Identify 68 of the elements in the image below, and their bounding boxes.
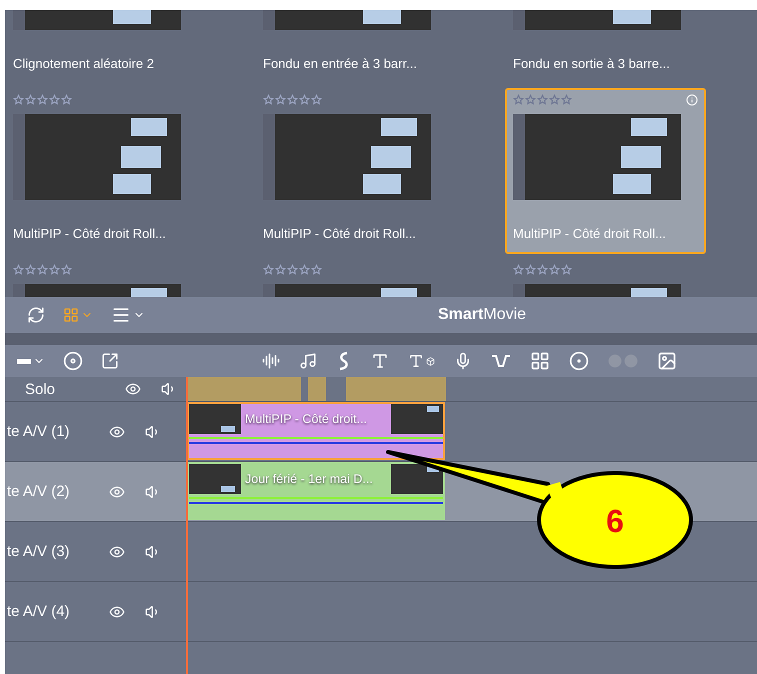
star-icon[interactable]: [311, 264, 322, 275]
grid-icon: [63, 307, 79, 323]
star-icon[interactable]: [13, 264, 24, 275]
star-icon[interactable]: [549, 264, 560, 275]
info-icon[interactable]: [686, 94, 698, 106]
track-name: te A/V (1): [6, 423, 71, 440]
disc-button[interactable]: [61, 349, 85, 373]
effect-card[interactable]: MultiPIP - Côté droit Roll...: [505, 88, 706, 254]
effect-title: Fondu en sortie à 3 barre...: [513, 56, 671, 71]
effect-card[interactable]: Clignotement aléatoire 2: [5, 10, 206, 84]
star-icon[interactable]: [37, 94, 48, 105]
star-icon[interactable]: [513, 94, 524, 105]
star-rating[interactable]: [513, 94, 572, 106]
track-row[interactable]: te A/V (4): [5, 582, 757, 642]
star-icon[interactable]: [311, 94, 322, 105]
star-icon[interactable]: [549, 94, 560, 105]
star-icon[interactable]: [537, 94, 548, 105]
track-name: te A/V (2): [6, 483, 71, 500]
star-rating[interactable]: [263, 94, 322, 106]
clip-title: Jour férié - 1er mai D...: [244, 472, 374, 486]
track-name: te A/V (3): [6, 543, 71, 560]
sync-icon: [27, 306, 45, 324]
solo-label: Solo: [24, 380, 56, 398]
star-rating[interactable]: [13, 264, 72, 276]
effect-card[interactable]: Fondu en entrée à 3 barr...: [255, 10, 456, 84]
star-icon[interactable]: [525, 94, 536, 105]
star-icon[interactable]: [287, 264, 298, 275]
star-icon[interactable]: [61, 264, 72, 275]
clip-title: MultiPIP - Côté droit...: [244, 412, 368, 426]
star-rating[interactable]: [263, 264, 322, 276]
effect-title: MultiPIP - Côté droit Roll...: [13, 226, 167, 241]
marker-bar: [308, 377, 326, 401]
star-icon[interactable]: [561, 264, 572, 275]
star-icon[interactable]: [287, 94, 298, 105]
star-rating[interactable]: [13, 94, 72, 106]
star-icon[interactable]: [25, 264, 36, 275]
effect-card[interactable]: MultiPIP - Côté droit Roll...: [5, 88, 206, 254]
track-row[interactable]: te A/V (1) MultiPIP - Côté droit...: [5, 402, 757, 462]
star-rating[interactable]: [513, 264, 572, 276]
star-icon[interactable]: [525, 264, 536, 275]
star-icon[interactable]: [13, 94, 24, 105]
star-icon[interactable]: [25, 94, 36, 105]
star-icon[interactable]: [299, 94, 310, 105]
star-icon[interactable]: [49, 94, 60, 105]
effect-card[interactable]: MultiPIP - Côté droit Roll...: [255, 88, 456, 254]
star-icon[interactable]: [275, 264, 286, 275]
effect-card[interactable]: Fondu en sortie à 3 barre...: [505, 10, 706, 84]
star-icon[interactable]: [299, 264, 310, 275]
star-icon[interactable]: [537, 264, 548, 275]
cube-icon: [426, 356, 435, 366]
circle-button[interactable]: [567, 349, 591, 373]
effect-title: MultiPIP - Côté droit Roll...: [263, 226, 417, 241]
track-icon: [17, 358, 31, 364]
star-icon[interactable]: [263, 94, 274, 105]
effect-title: MultiPIP - Côté droit Roll...: [513, 226, 667, 241]
star-icon[interactable]: [49, 264, 60, 275]
star-icon[interactable]: [263, 264, 274, 275]
panel-title: SmartMovie: [438, 306, 526, 324]
track-name: te A/V (4): [6, 603, 71, 620]
transition-button[interactable]: [489, 352, 513, 370]
text-icon: [408, 353, 424, 369]
star-icon[interactable]: [513, 264, 524, 275]
effect-title: Fondu en entrée à 3 barr...: [263, 56, 418, 71]
star-icon[interactable]: [37, 264, 48, 275]
star-icon[interactable]: [61, 94, 72, 105]
star-icon[interactable]: [275, 94, 286, 105]
effect-title: Clignotement aléatoire 2: [13, 56, 155, 71]
star-icon[interactable]: [561, 94, 572, 105]
